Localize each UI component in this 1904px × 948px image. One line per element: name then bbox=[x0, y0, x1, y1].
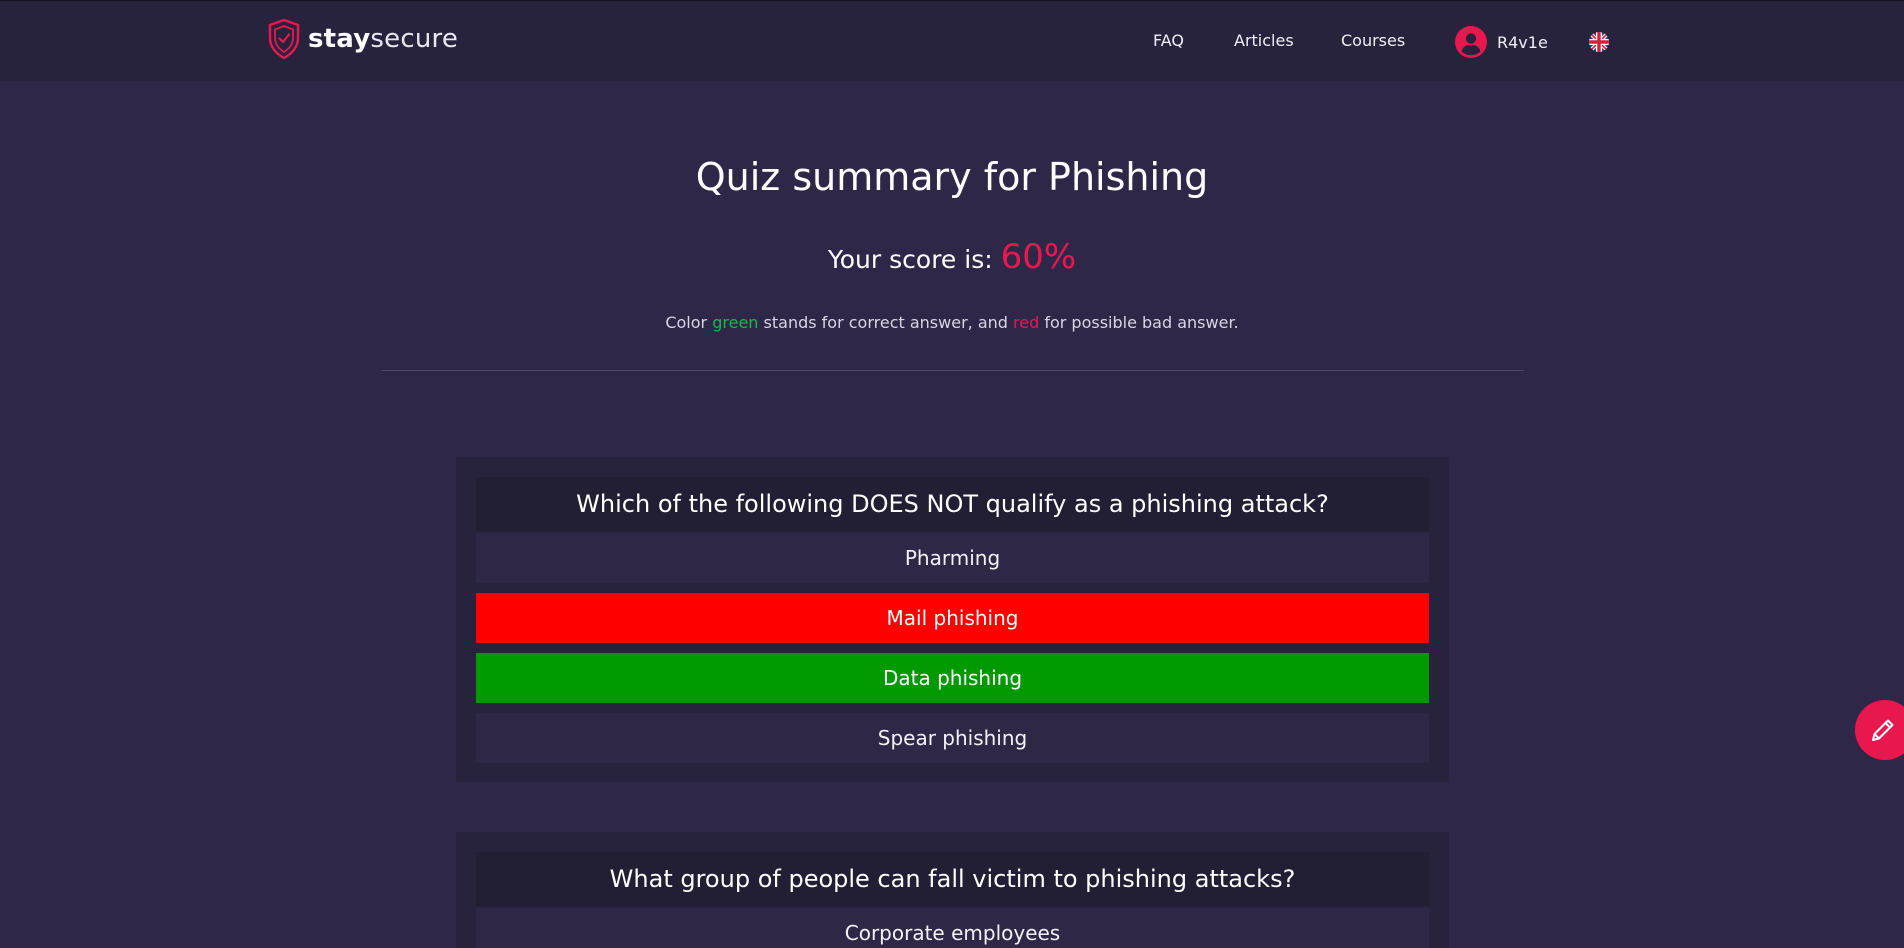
question-card: What group of people can fall victim to … bbox=[456, 832, 1449, 948]
logo-wordmark: staysecure bbox=[308, 24, 458, 54]
edit-floating-button[interactable] bbox=[1855, 700, 1904, 760]
nav-link-articles[interactable]: Articles bbox=[1234, 31, 1294, 50]
color-legend: Color green stands for correct answer, a… bbox=[0, 313, 1904, 332]
answer-option-wrong: Mail phishing bbox=[476, 593, 1429, 643]
divider bbox=[381, 370, 1524, 371]
question-card: Which of the following DOES NOT qualify … bbox=[456, 457, 1449, 782]
answer-option: Pharming bbox=[476, 533, 1429, 583]
shield-check-icon bbox=[268, 19, 300, 59]
logo-word-light: secure bbox=[370, 24, 459, 54]
nav-link-faq[interactable]: FAQ bbox=[1153, 31, 1184, 50]
score-line: Your score is: 60% bbox=[0, 237, 1904, 277]
answer-option: Corporate employees bbox=[476, 908, 1429, 948]
question-title: Which of the following DOES NOT qualify … bbox=[476, 477, 1429, 531]
score-value: 60% bbox=[1000, 237, 1077, 277]
question-title: What group of people can fall victim to … bbox=[476, 852, 1429, 906]
answer-option-correct: Data phishing bbox=[476, 653, 1429, 703]
pencil-icon bbox=[1869, 716, 1897, 744]
nav-link-courses[interactable]: Courses bbox=[1341, 31, 1405, 50]
logo-word-bold: stay bbox=[308, 24, 371, 54]
legend-suffix: for possible bad answer. bbox=[1044, 313, 1239, 332]
user-avatar-icon bbox=[1455, 26, 1487, 58]
legend-green-word: green bbox=[712, 313, 759, 332]
legend-red-word: red bbox=[1013, 313, 1040, 332]
legend-prefix: Color bbox=[665, 313, 708, 332]
user-menu[interactable]: R4v1e bbox=[1455, 26, 1548, 58]
score-label: Your score is: bbox=[827, 245, 993, 274]
page-title: Quiz summary for Phishing bbox=[695, 155, 1209, 199]
uk-flag-icon bbox=[1589, 32, 1609, 52]
top-navigation-bar: staysecure FAQ Articles Courses R4v1e bbox=[0, 0, 1904, 81]
answer-option: Spear phishing bbox=[476, 713, 1429, 763]
user-name: R4v1e bbox=[1497, 32, 1548, 52]
language-switcher[interactable] bbox=[1589, 32, 1609, 52]
legend-middle: stands for correct answer, and bbox=[763, 313, 1008, 332]
staysecure-logo[interactable]: staysecure bbox=[268, 18, 458, 60]
